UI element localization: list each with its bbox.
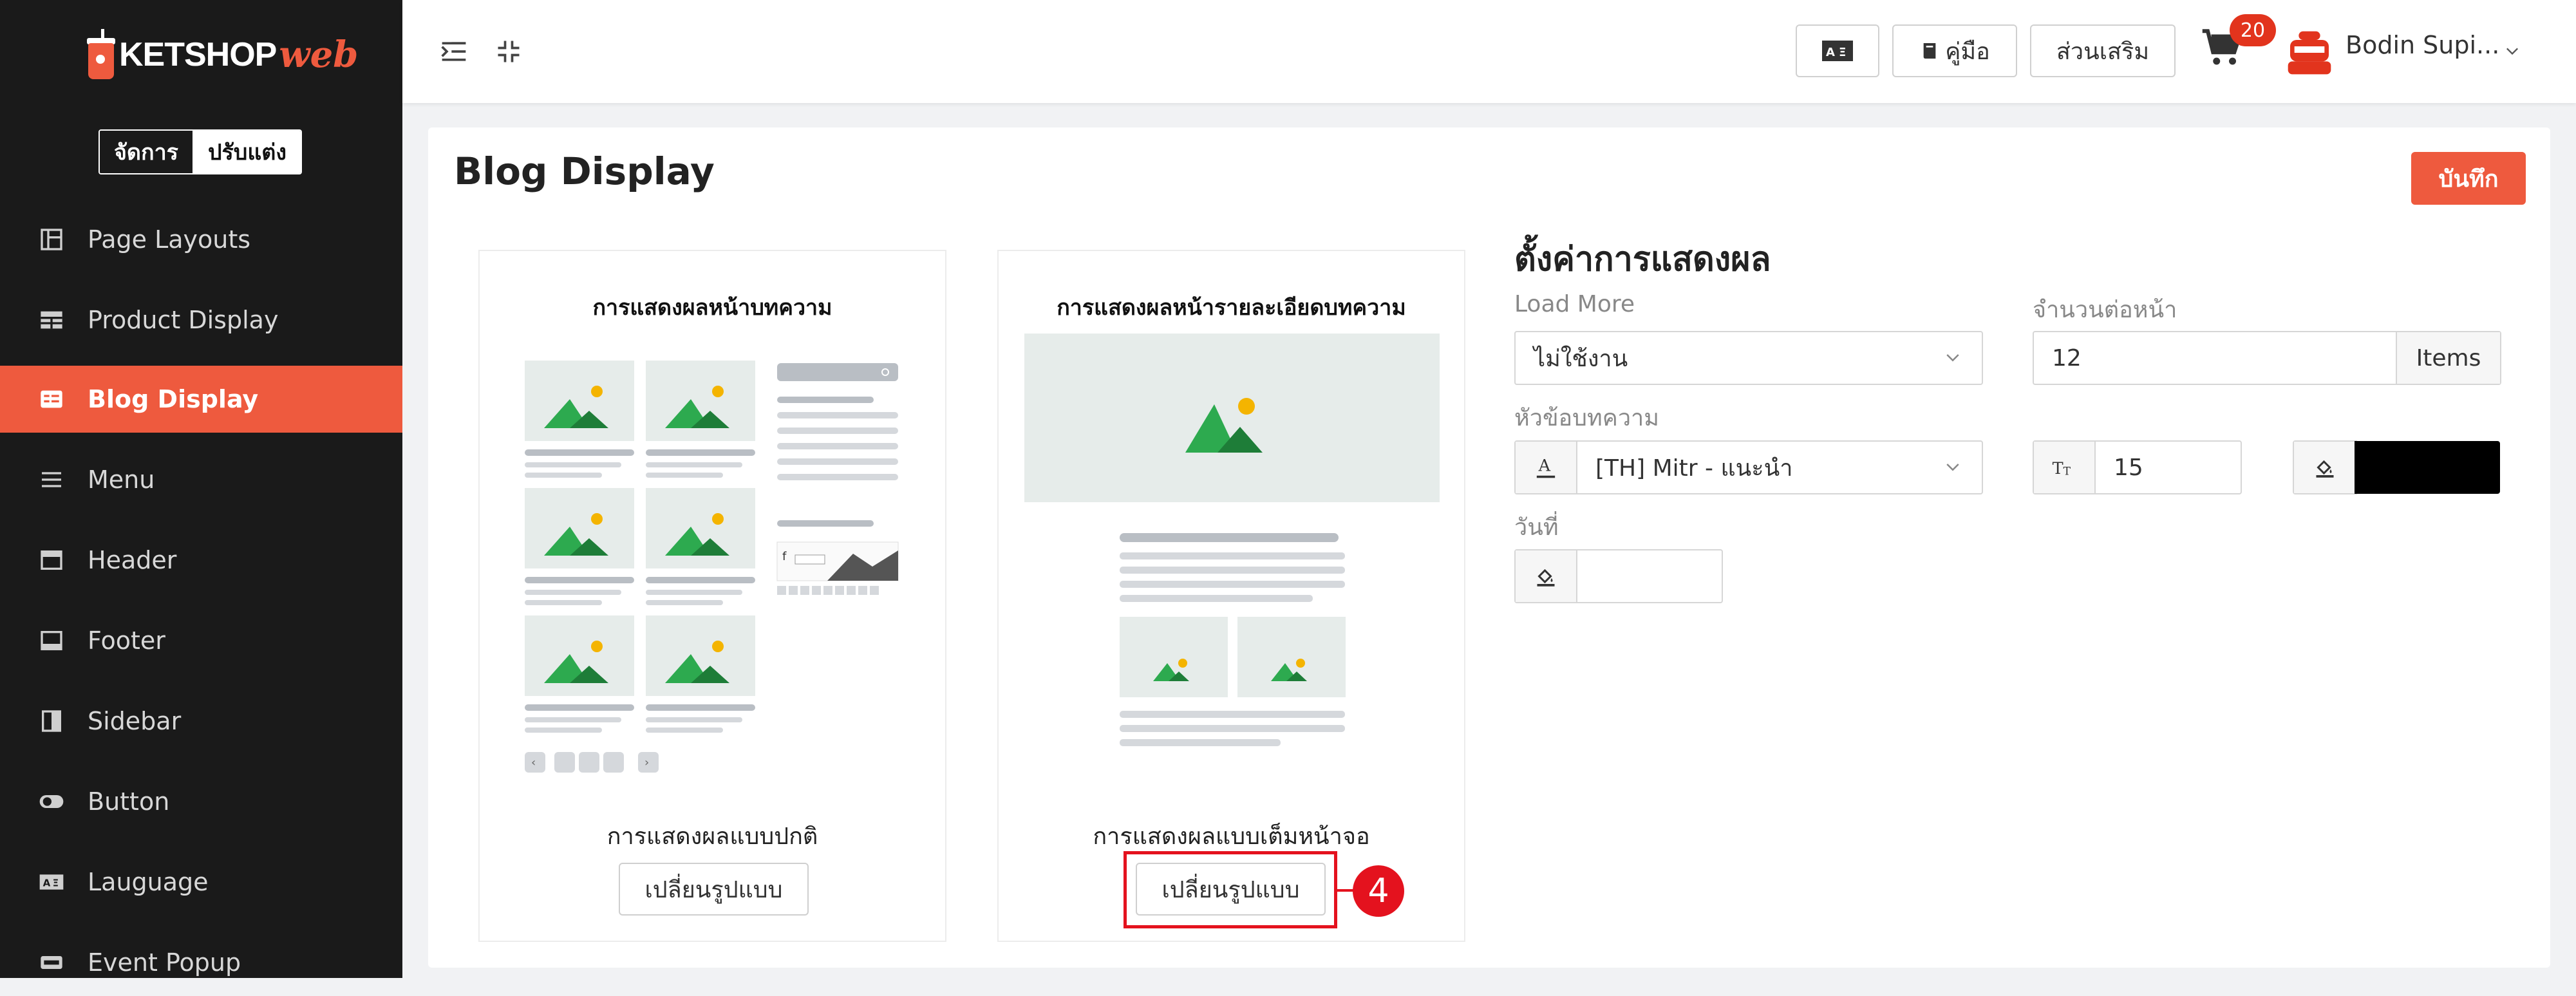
mode-toggle: จัดการ ปรับแต่ง: [99, 129, 302, 174]
fullscreen-icon[interactable]: [494, 37, 523, 66]
date-color-picker[interactable]: [1514, 549, 1723, 603]
language-button[interactable]: AΞ: [1796, 24, 1879, 77]
manual-label: คู่มือ: [1945, 38, 1990, 65]
headline-size-input[interactable]: TT 15: [2033, 440, 2242, 494]
sidebar-item-footer[interactable]: Footer: [0, 607, 402, 674]
sidebar-item-label: Event Popup: [88, 948, 241, 977]
addons-label: ส่วนเสริม: [2056, 38, 2150, 65]
sidebar-item-product-display[interactable]: Product Display: [0, 287, 402, 353]
font-icon: A: [1516, 442, 1577, 493]
headline-color-picker[interactable]: [2293, 440, 2357, 494]
sidebar-icon: [39, 708, 64, 734]
load-more-value: ไม่ใช้งาน: [1534, 345, 1628, 372]
step-highlight-box: [1123, 851, 1337, 928]
header-icon: [39, 547, 64, 573]
sidebar-item-label: Product Display: [88, 306, 279, 334]
sidebar-item-label: Page Layouts: [88, 225, 251, 254]
cart-count-badge: 20: [2230, 14, 2276, 46]
blog-detail-preview: [1024, 334, 1440, 746]
chevron-down-icon: [1946, 354, 1959, 362]
sidebar-item-label: Footer: [88, 626, 165, 655]
sidebar-item-button[interactable]: Button: [0, 768, 402, 835]
layout-title: การแสดงผลหน้าบทความ: [592, 295, 832, 321]
sidebar-item-header[interactable]: Header: [0, 527, 402, 594]
headline-color-swatch[interactable]: [2355, 441, 2500, 494]
per-page-unit: Items: [2396, 332, 2500, 384]
svg-text:f: f: [782, 550, 787, 563]
blog-icon: [39, 386, 64, 412]
per-page-label: จำนวนต่อหน้า: [2033, 297, 2177, 323]
brand-logo[interactable]: KETSHOP web: [87, 26, 358, 84]
sidebar-item-label: Menu: [88, 465, 155, 494]
mode-customize-button[interactable]: ปรับแต่ง: [193, 131, 301, 173]
svg-text:Ξ: Ξ: [53, 878, 59, 889]
chevron-down-icon: [1946, 464, 1959, 471]
svg-text:‹: ‹: [531, 756, 536, 769]
step-number-badge: 4: [1353, 865, 1404, 917]
toggle-icon: [39, 789, 64, 814]
load-more-label: Load More: [1514, 291, 1635, 317]
svg-text:Ξ: Ξ: [1839, 46, 1846, 59]
settings-title: ตั้งค่าการแสดงผล: [1514, 240, 1771, 279]
menu-icon: [39, 467, 64, 493]
per-page-input[interactable]: 12 Items: [2033, 331, 2501, 385]
mode-manage-button[interactable]: จัดการ: [100, 131, 194, 173]
chevron-down-icon[interactable]: [2503, 42, 2521, 61]
change-list-layout-button[interactable]: เปลี่ยนรูปแบบ: [619, 863, 809, 916]
brand-name: KETSHOP: [119, 36, 277, 73]
brand-suffix: web: [279, 33, 359, 76]
layout-caption: การแสดงผลแบบปกติ: [606, 823, 818, 850]
sidebar-item-label: Blog Display: [88, 385, 259, 413]
svg-text:A: A: [43, 878, 51, 889]
blog-list-preview: f ‹ ›: [525, 361, 899, 773]
sidebar-item-page-layouts[interactable]: Page Layouts: [0, 206, 402, 273]
sidebar-item-menu[interactable]: Menu: [0, 446, 402, 513]
save-button[interactable]: บันทึก: [2411, 152, 2526, 205]
svg-text:›: ›: [644, 756, 649, 769]
blog-list-layout-card: การแสดงผลหน้าบทความ f ‹ › การแสดงผลแบบปก…: [478, 250, 946, 942]
language-icon: AΞ: [39, 869, 64, 895]
layout-title: การแสดงผลหน้ารายละเอียดบทความ: [1057, 295, 1406, 321]
load-more-select[interactable]: ไม่ใช้งาน: [1514, 331, 1983, 385]
sidebar-item-language[interactable]: AΞ Lauguage: [0, 849, 402, 916]
svg-text:A: A: [1826, 46, 1835, 59]
headline-font-select[interactable]: A [TH] Mitr - แนะนำ: [1514, 440, 1983, 494]
svg-text:T: T: [2064, 465, 2071, 478]
svg-text:T: T: [2053, 459, 2064, 478]
addons-button[interactable]: ส่วนเสริม: [2030, 24, 2176, 77]
popup-icon: [39, 950, 64, 975]
paint-bucket-icon: [1516, 550, 1577, 602]
headline-size-value: 15: [2114, 454, 2143, 481]
paint-bucket-icon: [2294, 442, 2356, 493]
blog-detail-layout-card: การแสดงผลหน้ารายละเอียดบทความ การแสดงผลแ…: [997, 250, 1465, 942]
indent-icon[interactable]: [440, 37, 468, 66]
language-icon: AΞ: [1822, 41, 1853, 61]
sidebar-item-label: Sidebar: [88, 707, 182, 735]
date-label: วันที่: [1514, 514, 1559, 541]
sidebar-item-label: Lauguage: [88, 868, 209, 896]
avatar[interactable]: [2284, 27, 2335, 79]
headline-label: หัวข้อบทความ: [1514, 405, 1659, 431]
cup-logo-icon: [87, 29, 115, 80]
layout-caption: การแสดงผลแบบเต็มหน้าจอ: [1093, 823, 1370, 850]
book-icon: [1923, 43, 1936, 59]
page-title: Blog Display: [454, 149, 715, 193]
headline-font-value: [TH] Mitr - แนะนำ: [1595, 455, 1793, 482]
text-size-icon: TT: [2034, 442, 2096, 493]
sidebar-item-sidebar[interactable]: Sidebar: [0, 688, 402, 755]
sidebar-item-event-popup[interactable]: Event Popup: [0, 929, 402, 996]
footer-icon: [39, 628, 64, 653]
layout-icon: [39, 227, 64, 252]
sidebar: KETSHOP web จัดการ ปรับแต่ง Page Layouts…: [0, 0, 402, 978]
user-name[interactable]: Bodin Supi...: [2346, 31, 2499, 59]
sidebar-item-label: Button: [88, 787, 170, 816]
svg-text:A: A: [1538, 456, 1551, 476]
per-page-value: 12: [2052, 344, 2082, 371]
sidebar-item-blog-display[interactable]: Blog Display: [0, 366, 402, 433]
manual-button[interactable]: คู่มือ: [1892, 24, 2017, 77]
grid-icon: [39, 307, 64, 333]
sidebar-item-label: Header: [88, 546, 177, 574]
